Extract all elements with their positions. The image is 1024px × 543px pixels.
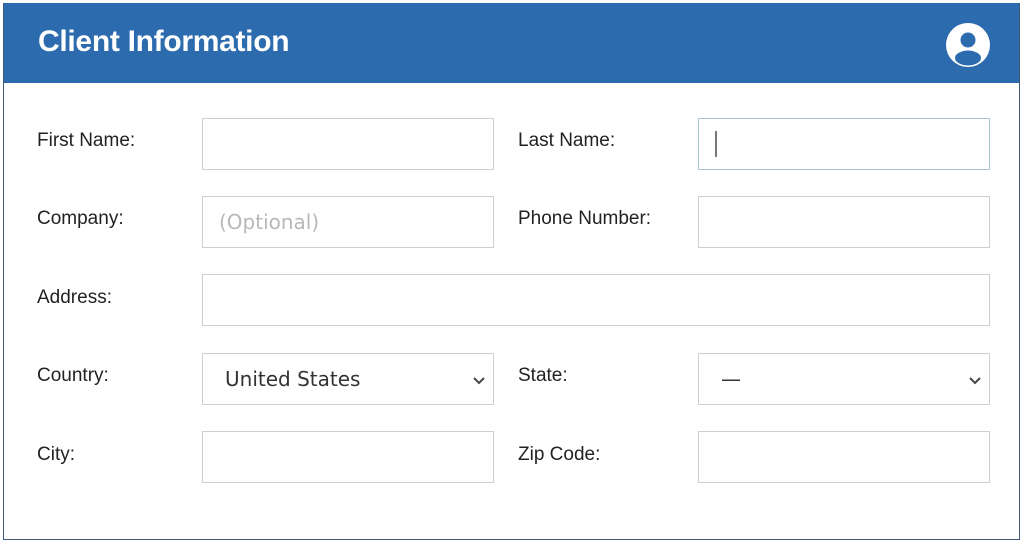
city-input[interactable] [202, 431, 494, 483]
state-label: State: [518, 365, 568, 386]
first-name-label: First Name: [37, 130, 136, 151]
last-name-label: Last Name: [518, 130, 616, 151]
address-input[interactable] [202, 274, 990, 326]
zip-code-input[interactable] [698, 431, 990, 483]
state-selected-value: — [721, 367, 741, 391]
phone-number-label: Phone Number: [518, 208, 652, 229]
phone-number-input[interactable] [698, 196, 990, 248]
text-cursor [715, 131, 717, 157]
chevron-down-icon [969, 377, 981, 385]
user-account-button[interactable] [946, 23, 990, 67]
country-label: Country: [37, 365, 109, 386]
company-input[interactable] [202, 196, 494, 248]
card-header: Client Information [4, 3, 1019, 83]
page-title: Client Information [38, 25, 290, 58]
state-select[interactable]: — [698, 353, 990, 405]
city-label: City: [37, 444, 75, 465]
company-label: Company: [37, 208, 124, 229]
country-select[interactable]: United States [202, 353, 494, 405]
first-name-input[interactable] [202, 118, 494, 170]
user-circle-icon [946, 23, 990, 67]
zip-code-label: Zip Code: [518, 444, 601, 465]
chevron-down-icon [473, 377, 485, 385]
country-selected-value: United States [225, 367, 361, 391]
address-label: Address: [37, 287, 112, 308]
last-name-input[interactable] [698, 118, 990, 170]
